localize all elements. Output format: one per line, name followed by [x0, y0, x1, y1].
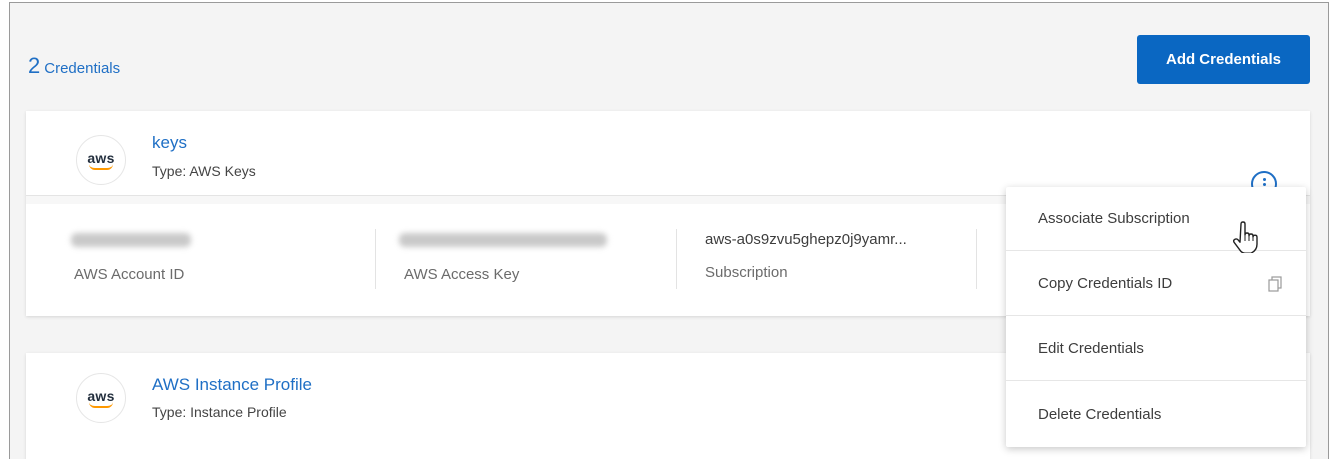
hand-pointer-icon: [1232, 221, 1258, 253]
edit-credentials-menu-item[interactable]: Edit Credentials: [1006, 317, 1306, 381]
credentials-count-label: Credentials: [44, 60, 121, 77]
redacted-access-key: [399, 233, 607, 247]
credential-actions-menu: Associate Subscription Copy Credentials …: [1006, 187, 1306, 447]
credential-card-header: aws keys Type: AWS Keys: [26, 111, 1310, 197]
aws-logo-text: aws: [87, 387, 115, 404]
menu-item-label: Copy Credentials ID: [1038, 275, 1173, 292]
aws-access-key-label: AWS Access Key: [404, 266, 520, 283]
credential-name[interactable]: AWS Instance Profile: [152, 375, 312, 395]
subscription-label: Subscription: [705, 264, 788, 281]
associate-subscription-menu-item[interactable]: Associate Subscription: [1006, 187, 1306, 253]
credentials-count-number: 2: [28, 53, 41, 78]
subscription-value: aws-a0s9zvu5ghepz0j9yamr...: [705, 231, 907, 248]
field-divider: [976, 229, 977, 289]
credentials-count: 2 Credentials: [28, 53, 120, 79]
copy-icon[interactable]: [1268, 276, 1282, 292]
field-divider: [375, 229, 376, 289]
add-credentials-button[interactable]: Add Credentials: [1137, 35, 1310, 84]
aws-account-id-label: AWS Account ID: [74, 266, 185, 283]
credential-type: Type: AWS Keys: [152, 163, 256, 179]
copy-credentials-id-menu-item[interactable]: Copy Credentials ID: [1006, 252, 1306, 316]
credential-type: Type: Instance Profile: [152, 404, 287, 420]
aws-logo: aws: [76, 135, 126, 185]
aws-smile-icon: [89, 164, 113, 170]
delete-credentials-menu-item[interactable]: Delete Credentials: [1006, 382, 1306, 446]
credentials-page: 2 Credentials Add Credentials aws keys Ty…: [9, 2, 1329, 459]
menu-item-label: Delete Credentials: [1038, 405, 1162, 423]
field-divider: [676, 229, 677, 289]
aws-smile-icon: [89, 402, 113, 408]
menu-item-label: Associate Subscription: [1038, 210, 1190, 227]
aws-account-id-field: [71, 233, 191, 247]
redacted-account-id: [71, 233, 191, 247]
aws-logo-text: aws: [87, 149, 115, 166]
menu-item-label: Edit Credentials: [1038, 340, 1144, 357]
credential-name[interactable]: keys: [152, 133, 187, 153]
aws-logo: aws: [76, 373, 126, 423]
aws-access-key-field: [399, 233, 607, 247]
